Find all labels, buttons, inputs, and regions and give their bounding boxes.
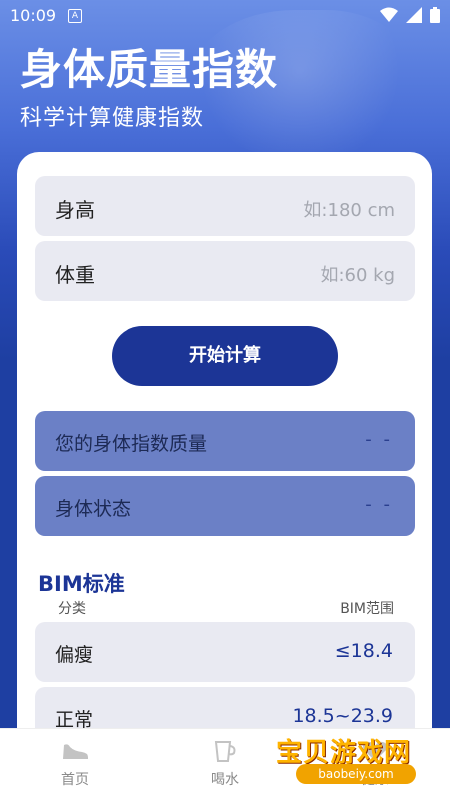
battery-icon [430, 7, 440, 23]
watermark-logo: 宝贝游戏网 baobeiy.com [272, 730, 442, 790]
height-field[interactable]: 身高 如:180 cm [35, 176, 415, 236]
start-calculation-button[interactable]: 开始计算 [112, 326, 338, 386]
page-subtitle: 科学计算健康指数 [20, 106, 205, 131]
bmi-standard-title: BIM标准 [38, 572, 125, 596]
weight-field[interactable]: 体重 如:60 kg [35, 241, 415, 301]
standard-row-name: 偏瘦 [55, 644, 94, 666]
weight-input[interactable]: 如:60 kg [320, 261, 395, 287]
height-label: 身高 [55, 198, 95, 222]
nav-item-home[interactable]: 首页 [35, 735, 115, 789]
shoe-icon [63, 744, 88, 759]
signal-icon [406, 7, 422, 23]
body-status-value: - - [365, 494, 393, 515]
body-status-label: 身体状态 [55, 498, 132, 520]
body-status-result: 身体状态 - - [35, 476, 415, 536]
calculator-card: 身高 如:180 cm 体重 如:60 kg 开始计算 您的身体指数质量 - -… [17, 152, 432, 792]
standard-row: 偏瘦 ≤18.4 [35, 622, 415, 682]
nav-label-home: 首页 [61, 772, 89, 788]
column-header-range: BIM范围 [340, 601, 394, 617]
page-title: 身体质量指数 [20, 45, 279, 94]
column-header-category: 分类 [58, 601, 86, 617]
nav-item-water[interactable]: 喝水 [185, 735, 265, 789]
status-time: 10:09 [10, 6, 57, 25]
wifi-icon [380, 7, 398, 22]
watermark-url: baobeiy.com [296, 764, 416, 784]
notification-icon: A [68, 9, 82, 23]
cup-icon [214, 741, 236, 762]
standard-row-range: 18.5~23.9 [292, 705, 393, 727]
bmi-result-value: - - [365, 429, 393, 450]
standard-row-range: ≤18.4 [334, 640, 393, 662]
bmi-result: 您的身体指数质量 - - [35, 411, 415, 471]
status-bar: 10:09 A [0, 0, 450, 32]
nav-label-water: 喝水 [211, 772, 239, 788]
bmi-result-label: 您的身体指数质量 [55, 433, 208, 455]
height-input[interactable]: 如:180 cm [303, 196, 395, 222]
weight-label: 体重 [55, 263, 95, 287]
